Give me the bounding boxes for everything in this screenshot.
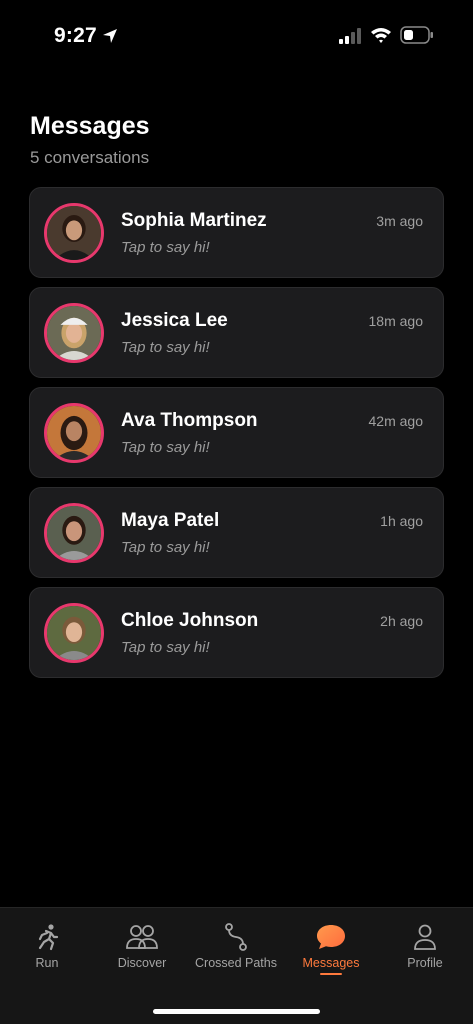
contact-name: Maya Patel: [121, 510, 220, 531]
page-title: Messages: [30, 112, 150, 140]
tab-label: Discover: [117, 956, 167, 970]
message-time: 3m ago: [376, 213, 423, 229]
home-indicator[interactable]: [153, 1009, 320, 1014]
message-time: 42m ago: [368, 413, 423, 429]
chat-bubble-icon: [317, 925, 345, 949]
avatar: [44, 603, 104, 663]
conversation-item[interactable]: Ava Thompson 42m ago Tap to say hi!: [29, 387, 444, 478]
tab-run[interactable]: Run: [0, 922, 94, 970]
tab-label: Profile: [407, 956, 443, 970]
conversation-item[interactable]: Jessica Lee 18m ago Tap to say hi!: [29, 287, 444, 378]
tab-label: Run: [35, 956, 59, 970]
contact-name: Chloe Johnson: [121, 610, 259, 631]
contact-name: Sophia Martinez: [121, 210, 267, 231]
conversation-item[interactable]: Sophia Martinez 3m ago Tap to say hi!: [29, 187, 444, 278]
message-time: 1h ago: [380, 513, 423, 529]
status-bar: 9:27: [0, 0, 473, 70]
avatar: [44, 303, 104, 363]
tab-crossed-paths[interactable]: Crossed Paths: [189, 922, 283, 970]
tab-profile[interactable]: Profile: [378, 922, 472, 970]
wifi-icon: [371, 28, 391, 43]
tab-discover[interactable]: Discover: [95, 922, 189, 970]
location-arrow-icon: [103, 29, 117, 43]
contact-name: Jessica Lee: [121, 310, 228, 331]
tab-messages[interactable]: Messages: [284, 922, 378, 975]
conversation-item[interactable]: Chloe Johnson 2h ago Tap to say hi!: [29, 587, 444, 678]
tab-label: Crossed Paths: [195, 956, 277, 970]
message-preview: Tap to say hi!: [121, 239, 210, 256]
person-icon: [414, 924, 436, 950]
contact-name: Ava Thompson: [121, 410, 258, 431]
conversation-item[interactable]: Maya Patel 1h ago Tap to say hi!: [29, 487, 444, 578]
message-preview: Tap to say hi!: [121, 539, 210, 556]
message-time: 18m ago: [368, 313, 423, 329]
message-preview: Tap to say hi!: [121, 339, 210, 356]
avatar: [44, 203, 104, 263]
battery-icon: [400, 26, 433, 44]
conversation-count: 5 conversations: [30, 148, 150, 167]
people-icon: [126, 925, 158, 949]
message-time: 2h ago: [380, 613, 423, 629]
message-preview: Tap to say hi!: [121, 439, 210, 456]
conversation-list: Sophia Martinez 3m ago Tap to say hi! Je…: [29, 187, 444, 687]
route-icon: [225, 923, 247, 951]
message-preview: Tap to say hi!: [121, 639, 210, 656]
tab-label: Messages: [302, 956, 360, 970]
runner-icon: [38, 924, 59, 951]
status-time: 9:27: [54, 24, 97, 47]
active-tab-indicator: [320, 973, 342, 975]
tab-bar: Run Discover Crossed Paths Messages Prof…: [0, 907, 473, 1024]
avatar: [44, 503, 104, 563]
cellular-signal-icon: [339, 28, 361, 44]
avatar: [44, 403, 104, 463]
